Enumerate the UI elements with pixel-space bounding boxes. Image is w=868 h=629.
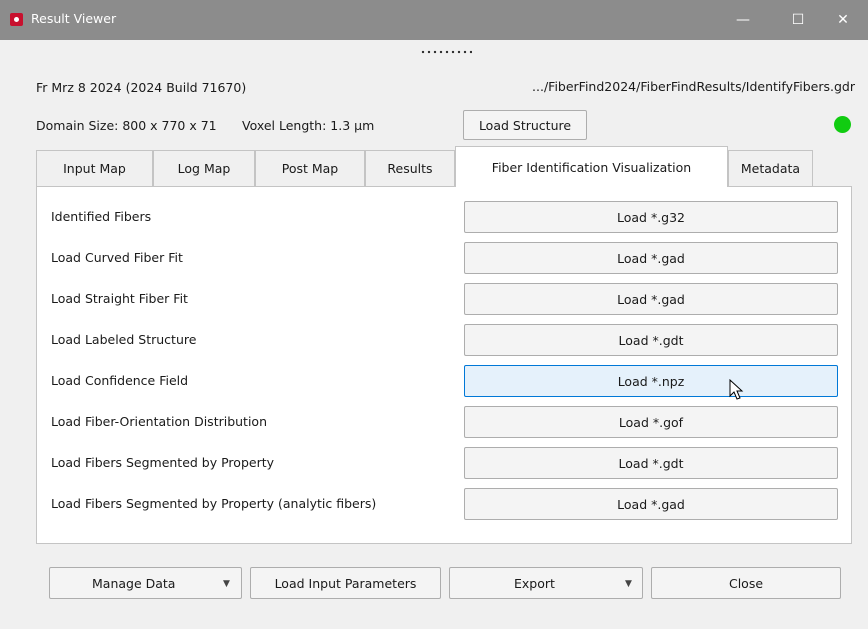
row-label: Load Curved Fiber Fit <box>51 250 183 265</box>
close-button[interactable]: Close <box>651 567 841 599</box>
maximize-button[interactable]: ☐ <box>773 0 823 40</box>
chevron-down-icon: ▼ <box>223 579 230 589</box>
export-button[interactable]: Export ▼ <box>449 567 643 599</box>
load-file-button[interactable]: Load *.npz <box>464 365 838 397</box>
domain-size: Domain Size: 800 x 770 x 71 <box>36 118 217 133</box>
tab-fiber-identification-visualization[interactable]: Fiber Identification Visualization <box>455 146 728 187</box>
splitter-grip-handle[interactable] <box>420 50 472 54</box>
load-file-button[interactable]: Load *.gad <box>464 283 838 315</box>
row-label: Load Fibers Segmented by Property (analy… <box>51 496 377 511</box>
row-label: Load Confidence Field <box>51 373 189 388</box>
load-file-button[interactable]: Load *.gdt <box>464 324 838 356</box>
row-label: Load Fiber-Orientation Distribution <box>51 414 268 429</box>
result-file-path: .../FiberFind2024/FiberFindResults/Ident… <box>532 79 855 94</box>
title-bar[interactable]: Result Viewer — ☐ ✕ <box>0 0 868 40</box>
app-icon <box>10 13 23 26</box>
close-window-button[interactable]: ✕ <box>818 0 868 40</box>
tab-post-map[interactable]: Post Map <box>255 150 365 186</box>
chevron-down-icon: ▼ <box>625 579 632 589</box>
result-viewer-window: Result Viewer — ☐ ✕ Fr Mrz 8 2024 (2024 … <box>0 0 868 629</box>
load-file-button[interactable]: Load *.g32 <box>464 201 838 233</box>
row-label: Load Labeled Structure <box>51 332 197 347</box>
load-file-button[interactable]: Load *.gad <box>464 242 838 274</box>
row-label: Identified Fibers <box>51 209 152 224</box>
row-label: Load Fibers Segmented by Property <box>51 455 275 470</box>
load-file-button[interactable]: Load *.gad <box>464 488 838 520</box>
voxel-length: Voxel Length: 1.3 µm <box>242 118 375 133</box>
tab-log-map[interactable]: Log Map <box>153 150 255 186</box>
window-title: Result Viewer <box>31 11 117 26</box>
export-label: Export <box>514 575 555 591</box>
manage-data-label: Manage Data <box>92 575 176 591</box>
load-file-button[interactable]: Load *.gof <box>464 406 838 438</box>
minimize-button[interactable]: — <box>718 0 768 40</box>
mouse-cursor-icon <box>729 379 744 400</box>
tab-metadata[interactable]: Metadata <box>728 150 813 186</box>
tab-input-map[interactable]: Input Map <box>36 150 153 186</box>
manage-data-button[interactable]: Manage Data ▼ <box>49 567 242 599</box>
load-file-button[interactable]: Load *.gdt <box>464 447 838 479</box>
tab-results[interactable]: Results <box>365 150 455 186</box>
build-info: Fr Mrz 8 2024 (2024 Build 71670) <box>36 80 247 95</box>
status-indicator <box>834 116 851 133</box>
load-input-parameters-button[interactable]: Load Input Parameters <box>250 567 441 599</box>
row-label: Load Straight Fiber Fit <box>51 291 188 306</box>
load-structure-button[interactable]: Load Structure <box>463 110 587 140</box>
